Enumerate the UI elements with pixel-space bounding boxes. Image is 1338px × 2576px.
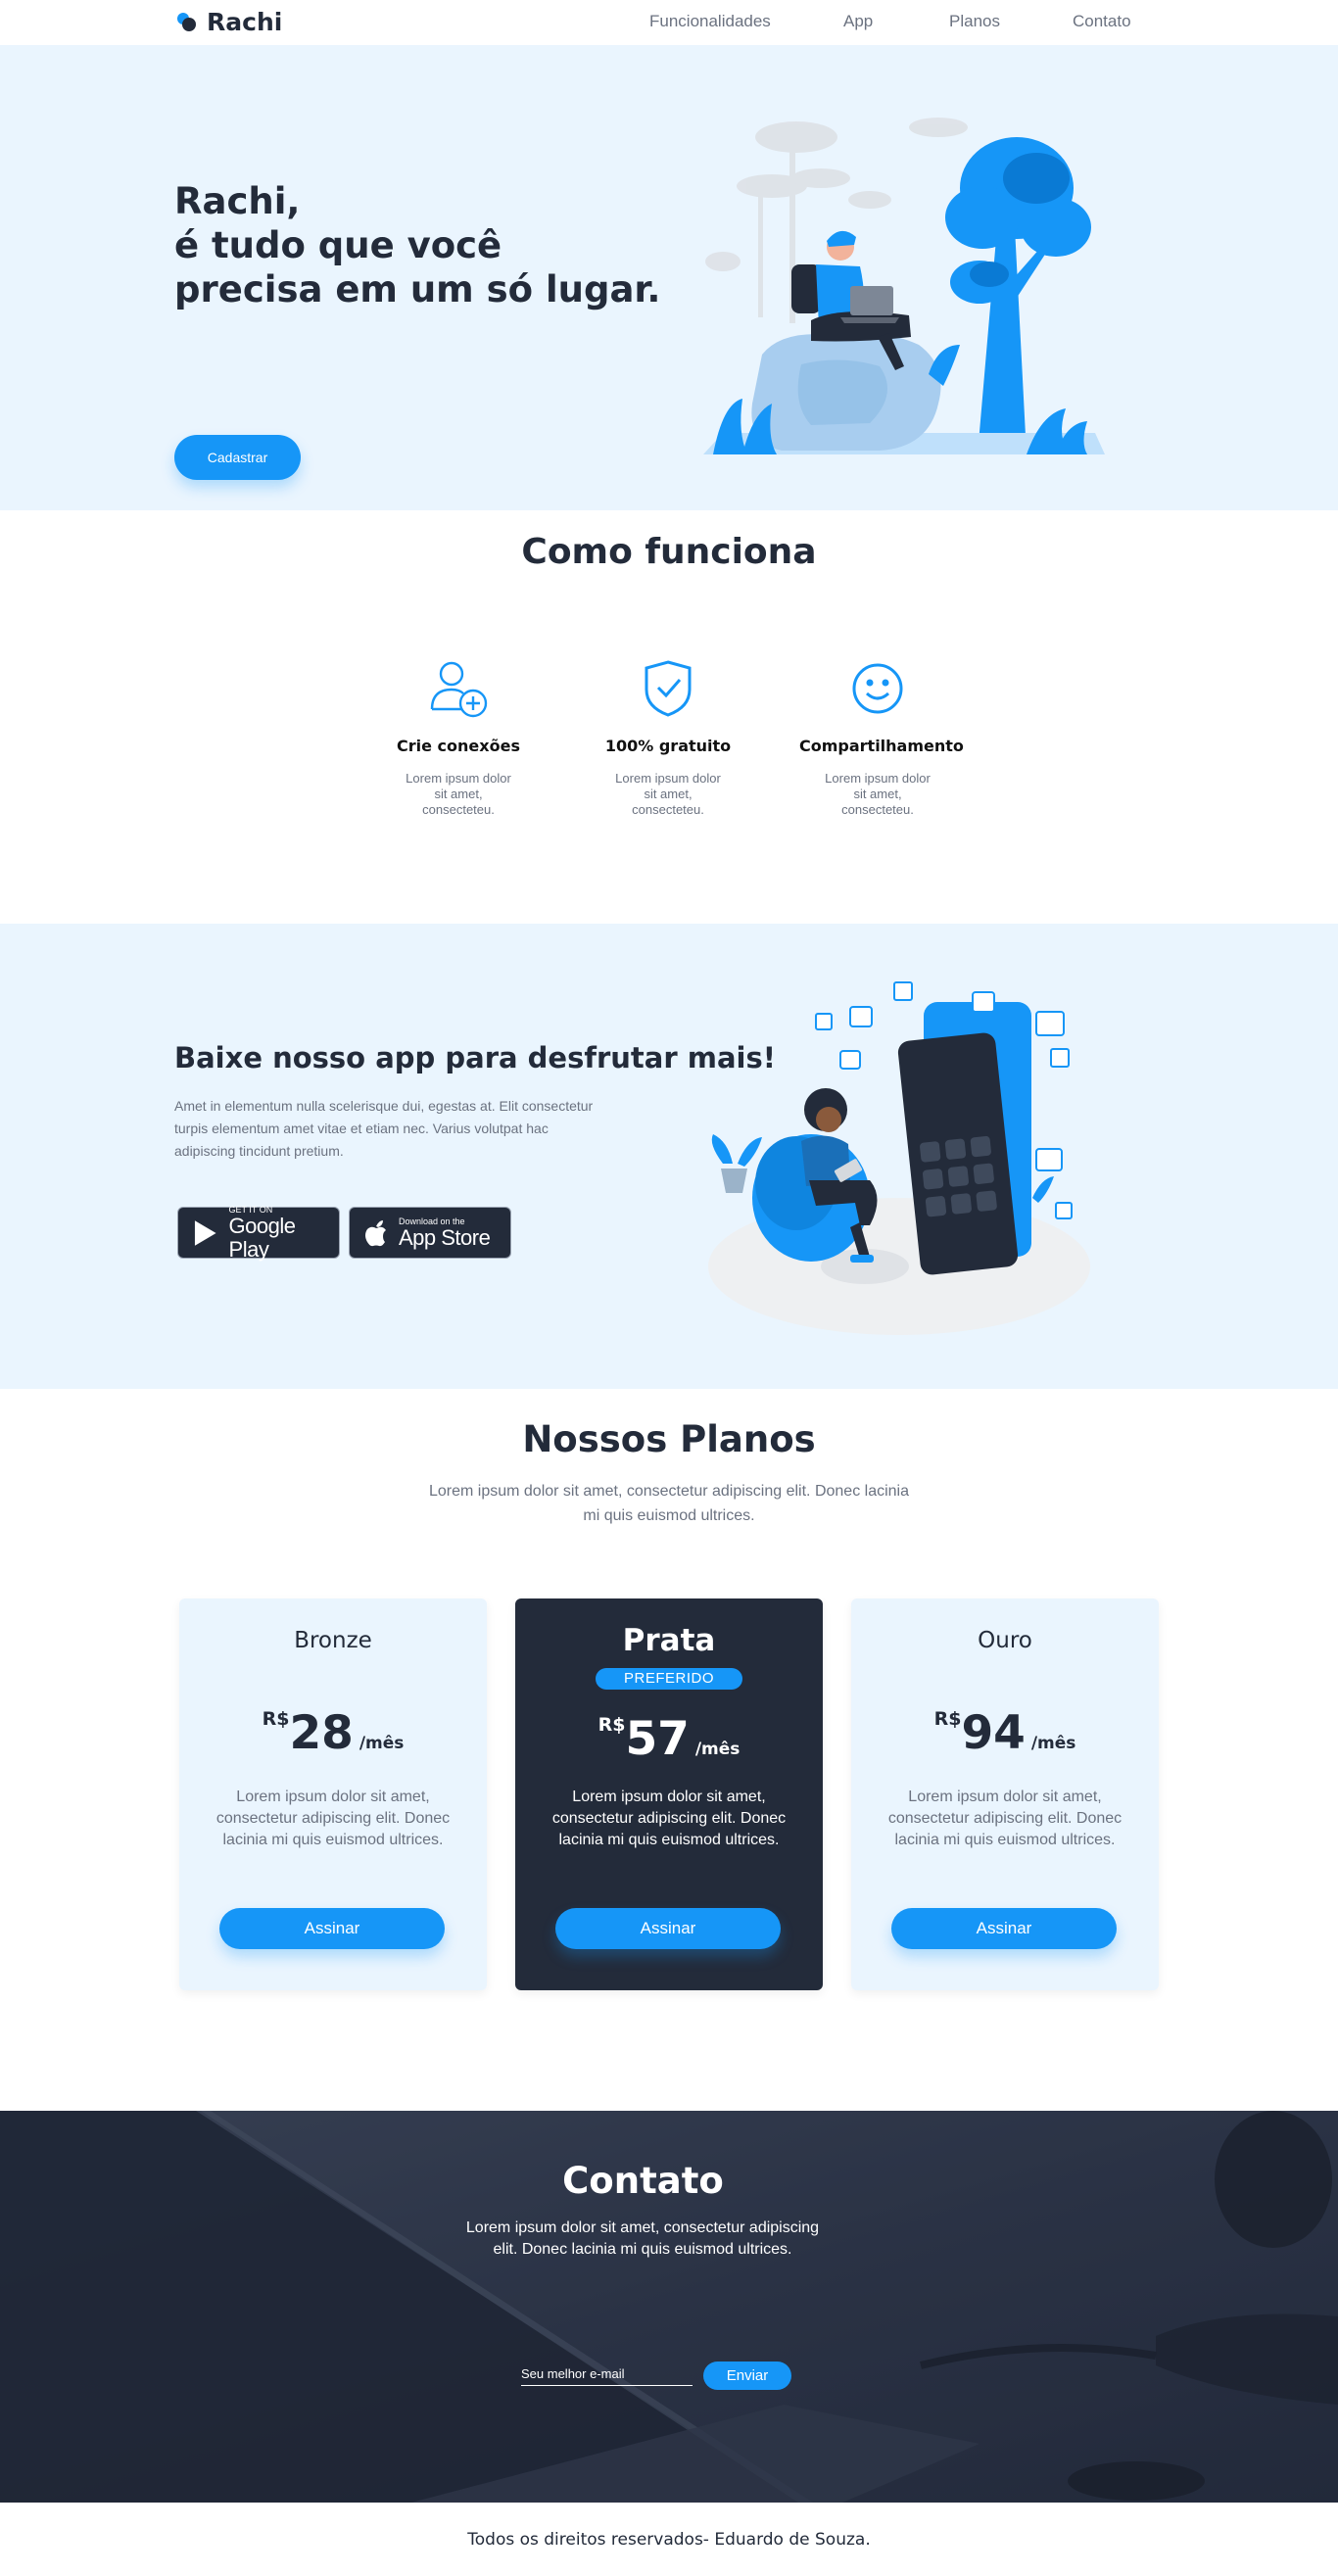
nav-link-app[interactable]: App — [843, 12, 873, 31]
hero-title-line: é tudo que você — [174, 224, 502, 266]
feature-text: Lorem ipsum dolor sit amet, consecteteu. — [825, 771, 931, 817]
feature-name: Compartilhamento — [799, 737, 964, 755]
signup-button[interactable]: Cadastrar — [174, 435, 301, 480]
smile-icon — [799, 654, 956, 723]
plan-currency: R$ — [262, 1708, 290, 1730]
app-store-button[interactable]: Download on the App Store — [349, 1207, 511, 1259]
plan-name: Prata — [622, 1623, 716, 1658]
nav-link-funcionalidades[interactable]: Funcionalidades — [649, 12, 771, 31]
apple-icon — [365, 1219, 386, 1246]
top-navbar: Rachi Funcionalidades App Planos Contato — [0, 0, 1338, 45]
subscribe-button-bronze[interactable]: Assinar — [219, 1908, 445, 1949]
plan-card-ouro: Ouro R$94/mês Lorem ipsum dolor sit amet… — [851, 1598, 1159, 1990]
plan-description: Lorem ipsum dolor sit amet, consectetur … — [551, 1789, 787, 1848]
plans-subtitle: Lorem ipsum dolor sit amet, consectetur … — [428, 1483, 909, 1524]
shield-check-icon — [590, 654, 746, 723]
app-section-title: Baixe nosso app para desfrutar mais! — [174, 1041, 776, 1074]
app-illustration — [708, 981, 1090, 1335]
hero-illustration — [703, 118, 1105, 454]
plan-currency: R$ — [933, 1708, 962, 1730]
add-user-icon — [380, 654, 537, 723]
google-play-button[interactable]: GET IT ON Google Play — [177, 1204, 340, 1262]
contact-title: Contato — [562, 2160, 724, 2202]
plan-price: R$94/mês — [851, 1706, 1159, 1760]
feature-card-connections: Crie conexões Lorem ipsum dolor sit amet… — [380, 654, 537, 818]
google-play-small-label: GET IT ON — [228, 1204, 273, 1215]
plan-price: R$28/mês — [179, 1706, 487, 1760]
preferred-badge: PREFERIDO — [596, 1668, 742, 1690]
footer-copyright: Todos os direitos reservados- Eduardo de… — [467, 2530, 871, 2550]
subscribe-button-prata[interactable]: Assinar — [555, 1908, 781, 1949]
app-store-small-label: Download on the — [399, 1216, 465, 1226]
plan-card-bronze: Bronze R$28/mês Lorem ipsum dolor sit am… — [179, 1598, 487, 1990]
plans-title: Nossos Planos — [522, 1418, 816, 1460]
plan-description: Lorem ipsum dolor sit amet, consectetur … — [215, 1789, 451, 1848]
plan-price: R$57/mês — [515, 1712, 823, 1766]
send-button[interactable]: Enviar — [703, 2361, 791, 2390]
hero-title-line: Rachi, — [174, 180, 301, 222]
feature-text: Lorem ipsum dolor sit amet, consecteteu. — [406, 771, 511, 817]
subscribe-button-ouro[interactable]: Assinar — [891, 1908, 1117, 1949]
plan-amount: 28 — [289, 1706, 354, 1760]
plan-period: /mês — [1030, 1734, 1076, 1753]
nav-links: Funcionalidades App Planos Contato — [0, 12, 1338, 33]
feature-card-sharing: Compartilhamento Lorem ipsum dolor sit a… — [799, 654, 964, 818]
app-section-text: Amet in elementum nulla scelerisque dui,… — [174, 1098, 594, 1159]
plan-card-prata: Prata PREFERIDO R$57/mês Lorem ipsum dol… — [515, 1598, 823, 1990]
plan-amount: 94 — [961, 1706, 1026, 1760]
nav-link-contato[interactable]: Contato — [1073, 12, 1131, 31]
hero-title-line: precisa em um só lugar. — [174, 268, 661, 310]
plan-period: /mês — [694, 1740, 741, 1759]
feature-name: Crie conexões — [397, 737, 520, 755]
plan-description: Lorem ipsum dolor sit amet, consectetur … — [887, 1789, 1123, 1848]
plan-currency: R$ — [597, 1714, 626, 1736]
plan-name: Ouro — [978, 1628, 1032, 1653]
plan-period: /mês — [358, 1734, 405, 1753]
plan-name: Bronze — [294, 1628, 372, 1653]
app-store-label: App Store — [399, 1224, 491, 1250]
hero-title: Rachi, é tudo que você precisa em um só … — [174, 179, 684, 311]
nav-link-planos[interactable]: Planos — [949, 12, 1000, 31]
email-input[interactable] — [521, 2362, 693, 2386]
feature-card-free: 100% gratuito Lorem ipsum dolor sit amet… — [590, 654, 746, 818]
plan-amount: 57 — [625, 1712, 690, 1766]
feature-text: Lorem ipsum dolor sit amet, consecteteu. — [615, 771, 721, 817]
how-it-works-title: Como funciona — [521, 532, 817, 572]
google-play-label: Google Play — [228, 1213, 296, 1262]
google-play-icon — [194, 1219, 216, 1246]
contact-text: Lorem ipsum dolor sit amet, consectetur … — [465, 2219, 820, 2258]
feature-name: 100% gratuito — [604, 737, 732, 755]
